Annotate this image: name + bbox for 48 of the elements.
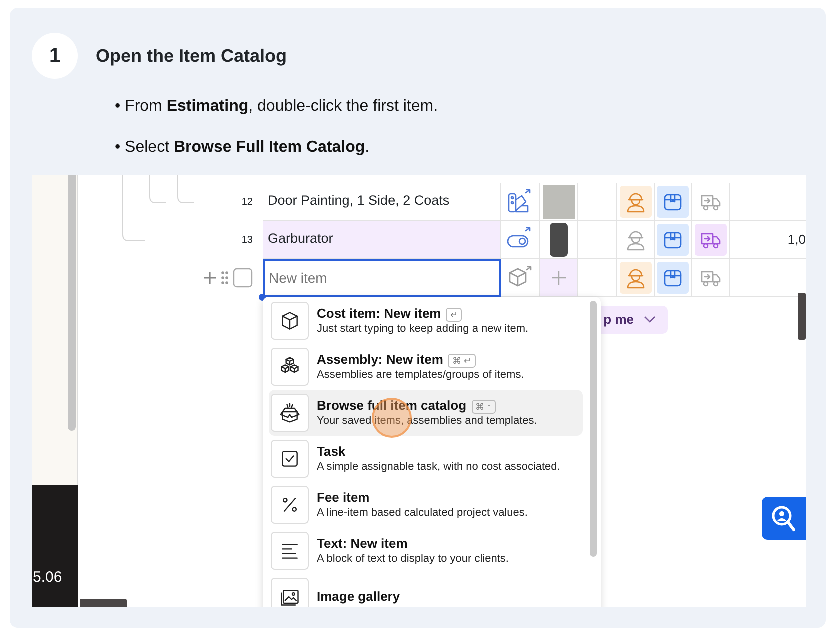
instruction-text: • Select Browse Full Item Catalog. [115, 138, 371, 158]
menu-item-title: Fee item [317, 490, 370, 505]
user-search-icon [771, 504, 797, 532]
checkbox-icon [279, 448, 301, 470]
menu-item-title: Task [317, 444, 346, 459]
menu-item[interactable]: Task A simple assignable task, with no cost associated. [269, 436, 583, 482]
chip-label: p me [604, 311, 634, 330]
menu-item-description: Just start typing to keep adding a new item. [317, 322, 529, 336]
menu-item-description: A block of text to display to your clients. [317, 552, 509, 566]
checkbox[interactable] [233, 268, 253, 288]
amount-text: 1,0 [788, 230, 806, 249]
drag-handle-icon[interactable] [221, 271, 229, 285]
menu-item-title: Image gallery [317, 589, 400, 604]
menu-item-title: Assembly: New item [317, 352, 444, 367]
cube-icon [279, 310, 301, 332]
scrollbar-thumb[interactable] [590, 301, 597, 557]
chevron-down-icon [644, 316, 656, 324]
menu-item-title: Cost item: New item [317, 306, 442, 321]
open-box-icon [279, 402, 301, 424]
menu-item[interactable]: Assembly: New item ⌘ ↵ Assemblies are templates/groups of items. [269, 344, 583, 390]
row-number: 13 [242, 234, 253, 248]
item-name-cell: Garburator [263, 221, 501, 259]
shortcut-key: ⌘ ↑ [472, 400, 496, 414]
photo-placeholder [542, 184, 574, 218]
scrollbar-thumb[interactable] [798, 293, 806, 340]
summary-value: 5.06 [32, 485, 78, 607]
menu-item[interactable]: Text: New item A block of text to display to your clients. [269, 528, 583, 574]
menu-item-description: A simple assignable task, with no cost associated. [317, 460, 560, 474]
menu-item-title: Text: New item [317, 536, 408, 551]
add-icon[interactable] [550, 270, 566, 286]
scrollbar-thumb[interactable] [80, 599, 127, 607]
search-button[interactable] [762, 497, 806, 540]
photo-placeholder [550, 222, 568, 256]
selection-handle[interactable] [259, 294, 266, 301]
scrollbar-thumb[interactable] [68, 175, 76, 431]
row-number: 12 [242, 196, 253, 210]
step-number: 1 [32, 33, 78, 79]
add-icon[interactable] [203, 271, 217, 285]
menu-item-description: A line-item based calculated project values. [317, 506, 528, 520]
menu-item-description: Assemblies are templates/groups of items. [317, 368, 524, 382]
menu-item[interactable]: Image gallery [269, 574, 583, 607]
step-title: Open the Item Catalog [96, 44, 288, 68]
menu-item-title: Browse full item catalog [317, 398, 467, 413]
new-item-field[interactable]: New item [263, 259, 501, 297]
instruction-text: • From Estimating, double-click the first item. [115, 97, 440, 117]
menu-item[interactable]: Fee item A line-item based calculated project values. [269, 482, 583, 528]
shortcut-key: ↵ [446, 308, 462, 322]
shortcut-key: ⌘ ↵ [448, 354, 476, 368]
